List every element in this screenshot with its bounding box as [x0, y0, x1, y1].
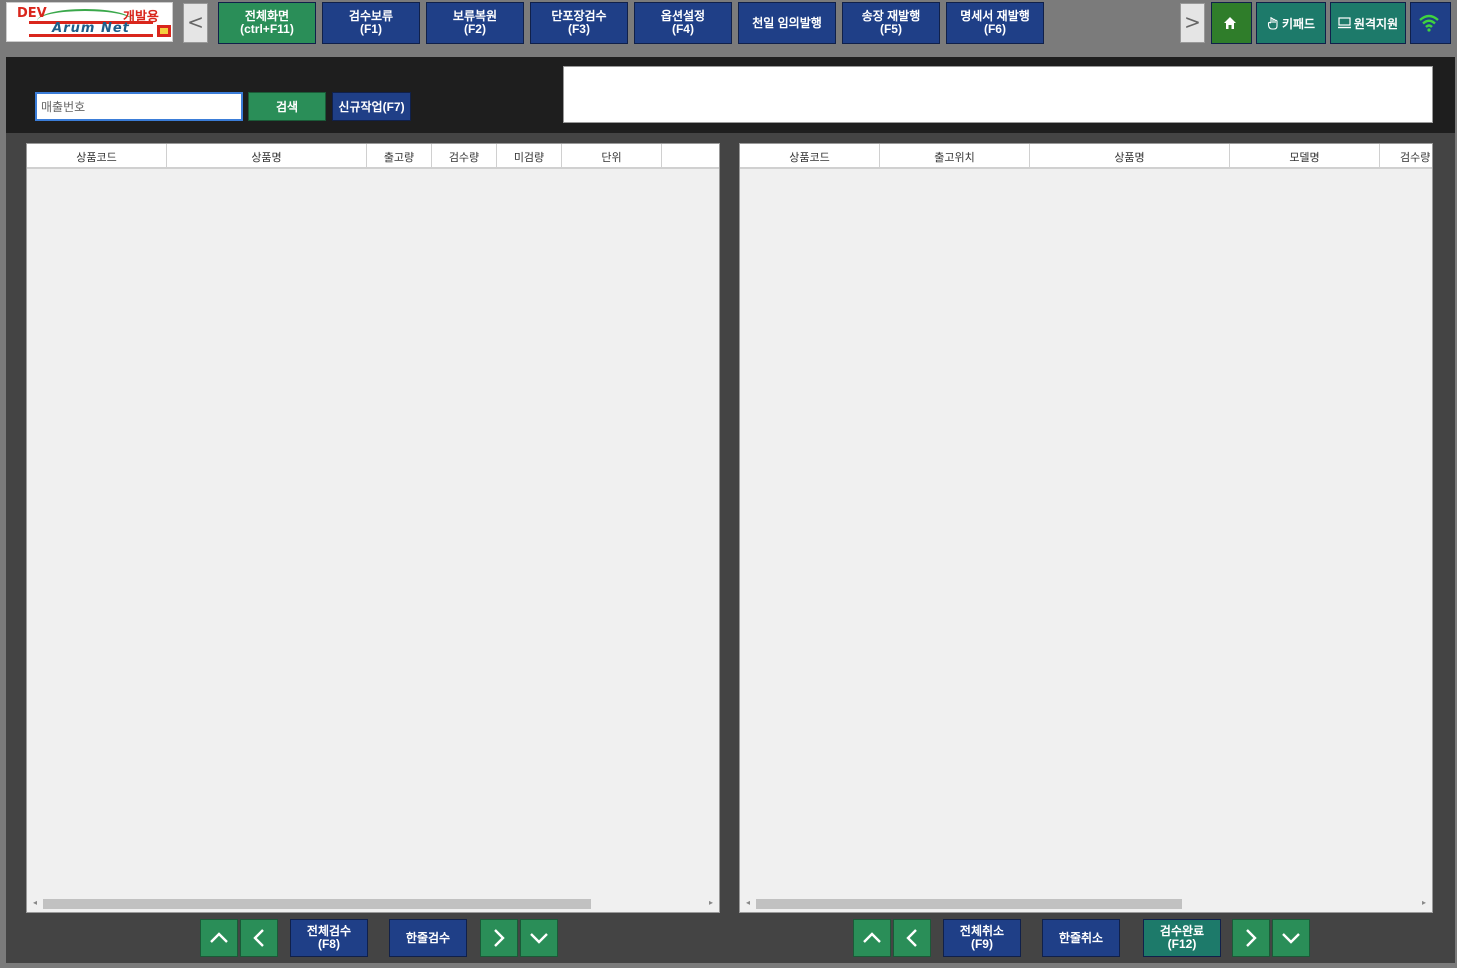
column-header[interactable]: 상품명 [167, 144, 367, 169]
column-header[interactable]: 상품코드 [740, 144, 880, 169]
hold-restore-button[interactable]: 보류복원 (F2) [426, 2, 524, 44]
scroll-right-arrow-icon[interactable]: ▸ [706, 898, 716, 907]
inspected-grid-header: 상품코드 출고위치 상품명 모델명 검수량 [740, 144, 1432, 169]
statement-reissue-button[interactable]: 명세서 재발행 (F6) [946, 2, 1044, 44]
chevron-left-icon [253, 929, 264, 947]
inspect-all-button[interactable]: 전체검수 (F8) [290, 919, 368, 957]
inspect-one-row-button[interactable]: 한줄검수 [389, 919, 467, 957]
search-band: 검색 신규작업(F7) [6, 57, 1455, 133]
chevron-up-icon [210, 932, 228, 943]
scroll-top-button[interactable] [200, 919, 238, 957]
chevron-right-icon [494, 929, 505, 947]
new-work-button[interactable]: 신규작업(F7) [332, 92, 411, 121]
cancel-one-row-button[interactable]: 한줄취소 [1042, 919, 1120, 957]
inspect-hold-button[interactable]: 검수보류 (F1) [322, 2, 420, 44]
scroll-left-arrow-icon[interactable]: ◂ [30, 898, 40, 907]
monitor-icon [1337, 17, 1351, 29]
work-area: 검색 신규작업(F7) 상품코드 상품명 출고량 검수량 미검량 단위 ◂ ▸ … [6, 57, 1455, 963]
fullscreen-button[interactable]: 전체화면 (ctrl+F11) [218, 2, 316, 44]
sales-number-input[interactable] [35, 92, 243, 121]
scroll-bottom-button[interactable] [1272, 919, 1310, 957]
home-button[interactable] [1211, 2, 1252, 44]
previous-row-button[interactable] [240, 919, 278, 957]
column-header[interactable]: 모델명 [1230, 144, 1380, 169]
home-icon [1224, 17, 1236, 29]
wifi-status-button[interactable] [1410, 2, 1451, 44]
shipment-items-grid[interactable]: 상품코드 상품명 출고량 검수량 미검량 단위 ◂ ▸ [26, 143, 720, 913]
horizontal-scrollbar[interactable]: ◂ ▸ [27, 896, 719, 912]
option-settings-button[interactable]: 옵션설정 (F4) [634, 2, 732, 44]
scroll-right-arrow-icon[interactable]: ▸ [1419, 898, 1429, 907]
app-logo: DEV 개발용 Arum Net [6, 2, 173, 42]
next-row-button[interactable] [480, 919, 518, 957]
shipment-grid-header: 상품코드 상품명 출고량 검수량 미검량 단위 [27, 144, 719, 169]
logo-dev-text: DEV [17, 6, 47, 21]
scrollbar-thumb[interactable] [756, 899, 1182, 909]
scrollbar-thumb[interactable] [43, 899, 591, 909]
cancel-all-button[interactable]: 전체취소 (F9) [943, 919, 1021, 957]
inspection-complete-button[interactable]: 검수완료 (F12) [1143, 919, 1221, 957]
column-header[interactable]: 검수량 [432, 144, 497, 169]
scroll-left-arrow-icon[interactable]: ◂ [743, 898, 753, 907]
search-button[interactable]: 검색 [248, 92, 326, 121]
column-header[interactable]: 상품코드 [27, 144, 167, 169]
column-header[interactable]: 미검량 [497, 144, 562, 169]
cheonil-issue-button[interactable]: 천일 임의발행 [738, 2, 836, 44]
chevron-right-icon [1246, 929, 1257, 947]
column-header[interactable]: 출고위치 [880, 144, 1030, 169]
message-display [563, 66, 1433, 123]
invoice-reissue-button[interactable]: 송장 재발행 (F5) [842, 2, 940, 44]
inspected-items-grid[interactable]: 상품코드 출고위치 상품명 모델명 검수량 ◂ ▸ [739, 143, 1433, 913]
column-header[interactable]: 단위 [562, 144, 662, 169]
scroll-top-button[interactable] [853, 919, 891, 957]
top-toolbar: DEV 개발용 Arum Net < 전체화면 (ctrl+F11) 검수보류 … [0, 0, 1457, 48]
logo-lock-icon [157, 25, 171, 37]
wifi-icon [1419, 14, 1439, 32]
scroll-bottom-button[interactable] [520, 919, 558, 957]
column-header[interactable]: 검수량 [1380, 144, 1432, 169]
chevron-down-icon [530, 933, 548, 944]
previous-row-button[interactable] [893, 919, 931, 957]
horizontal-scrollbar[interactable]: ◂ ▸ [740, 896, 1432, 912]
column-header[interactable]: 출고량 [367, 144, 432, 169]
hand-pointer-icon [1267, 17, 1278, 30]
logo-wordmark: Arum Net [29, 21, 153, 37]
toolbar-scroll-right-button[interactable]: > [1180, 3, 1205, 43]
chevron-left-icon [906, 929, 917, 947]
chevron-up-icon [863, 932, 881, 943]
column-header[interactable]: 상품명 [1030, 144, 1230, 169]
single-pack-inspect-button[interactable]: 단포장검수 (F3) [530, 2, 628, 44]
chevron-down-icon [1282, 933, 1300, 944]
toolbar-scroll-left-button[interactable]: < [183, 3, 208, 43]
next-row-button[interactable] [1232, 919, 1270, 957]
keypad-button[interactable]: 키패드 [1256, 2, 1326, 44]
remote-support-button[interactable]: 원격지원 [1330, 2, 1406, 44]
